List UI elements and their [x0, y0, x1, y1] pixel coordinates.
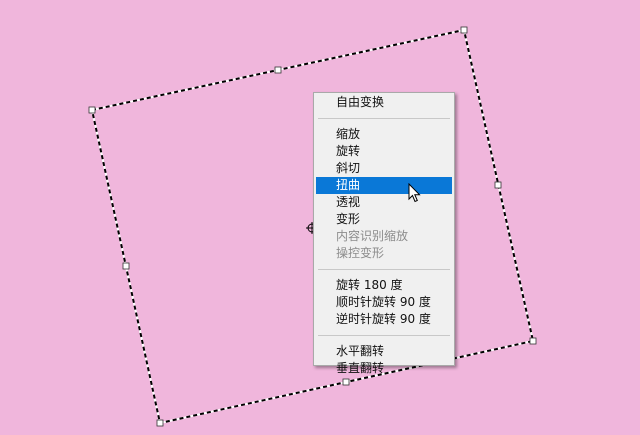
menu-item[interactable]: 自由变换: [316, 94, 452, 111]
menu-item[interactable]: 顺时针旋转 90 度: [316, 294, 452, 311]
menu-item[interactable]: 缩放: [316, 126, 452, 143]
menu-item[interactable]: 逆时针旋转 90 度: [316, 311, 452, 328]
menu-item: 操控变形: [336, 246, 385, 260]
transform-context-menu: 自由变换缩放 旋转 斜切 扭曲 透视 变形 内容识别缩放 操控变形旋转 180 度顺时针旋转 …: [313, 92, 455, 375]
menu-item[interactable]: 变形: [316, 211, 452, 228]
transform-handle[interactable]: [122, 262, 130, 270]
menu-item: 内容识别缩放: [336, 229, 409, 243]
menu-item[interactable]: 垂直翻转: [316, 360, 452, 377]
transform-handle[interactable]: [156, 419, 164, 427]
transform-handle[interactable]: [529, 337, 537, 345]
transform-handle[interactable]: [494, 181, 502, 189]
arrow-cursor-icon: [408, 183, 421, 203]
menu-item[interactable]: 旋转 180 度: [316, 277, 452, 294]
menu-item[interactable]: 扭曲: [316, 177, 452, 194]
transform-handle[interactable]: [274, 66, 282, 74]
menu-separator: [318, 118, 450, 119]
menu-item[interactable]: 透视: [316, 194, 452, 211]
menu-item[interactable]: 水平翻转: [316, 343, 452, 360]
transform-handle[interactable]: [460, 26, 468, 34]
menu-item[interactable]: 斜切: [316, 160, 452, 177]
menu-item[interactable]: 旋转: [316, 143, 452, 160]
menu-separator: [318, 335, 450, 336]
transform-handle[interactable]: [88, 106, 96, 114]
transform-handle[interactable]: [342, 378, 350, 386]
menu-separator: [318, 269, 450, 270]
